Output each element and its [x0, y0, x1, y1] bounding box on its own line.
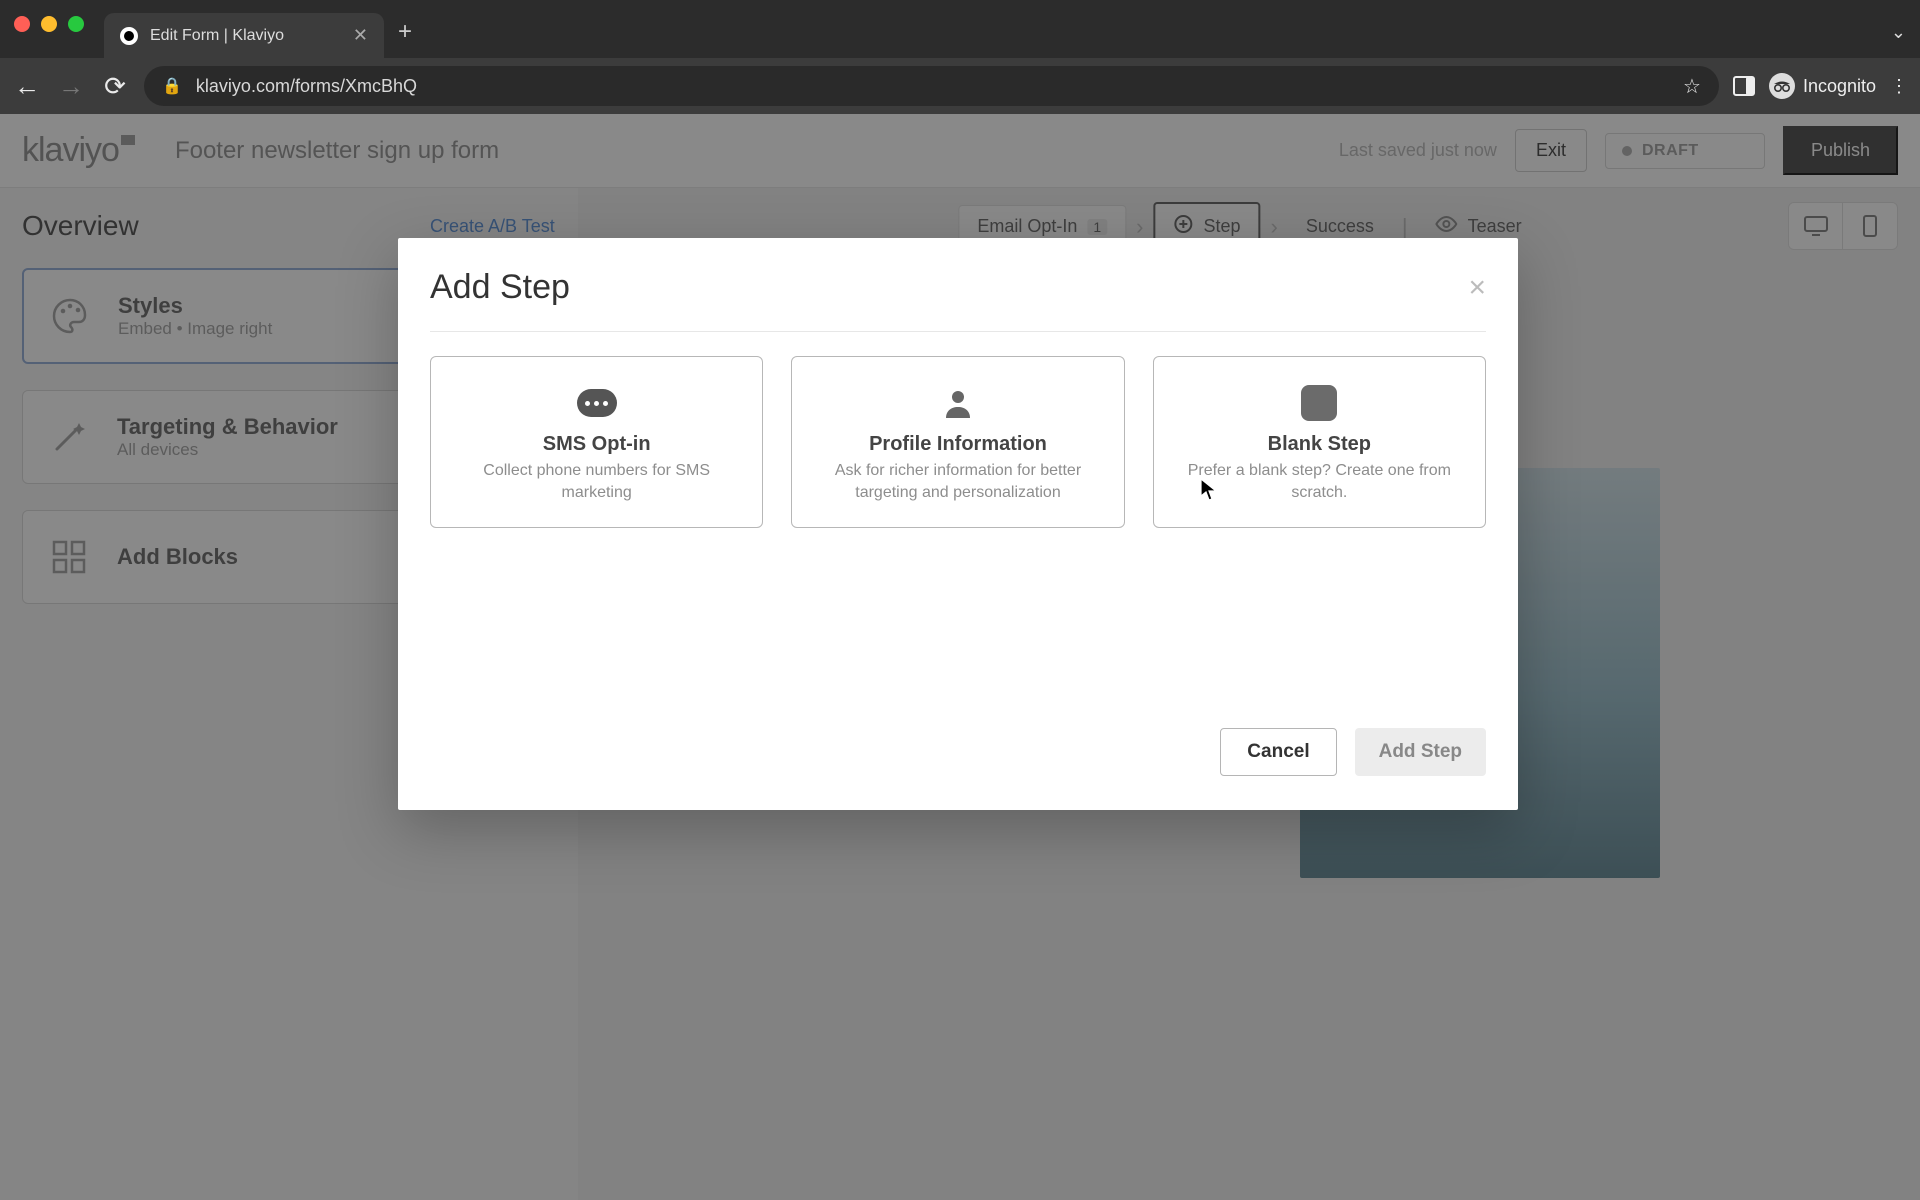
- browser-toolbar: ← → ⟳ 🔒 klaviyo.com/forms/XmcBhQ ☆ Incog…: [0, 58, 1920, 114]
- tab-title: Edit Form | Klaviyo: [150, 27, 341, 45]
- new-tab-button[interactable]: +: [398, 18, 412, 46]
- modal-footer: Cancel Add Step: [430, 728, 1486, 776]
- tab-close-icon[interactable]: ✕: [353, 25, 368, 46]
- incognito-label: Incognito: [1803, 76, 1876, 97]
- mouse-cursor-icon: [1200, 478, 1218, 502]
- address-bar[interactable]: 🔒 klaviyo.com/forms/XmcBhQ ☆: [144, 66, 1719, 106]
- tabs-overflow-icon[interactable]: ⌄: [1891, 22, 1906, 43]
- app-root: klaviyo Footer newsletter sign up form L…: [0, 114, 1920, 1200]
- window-close-dot[interactable]: [14, 16, 30, 32]
- browser-tab[interactable]: Edit Form | Klaviyo ✕: [104, 13, 384, 58]
- option-profile-info[interactable]: Profile Information Ask for richer infor…: [791, 356, 1124, 528]
- option-title: Profile Information: [869, 433, 1047, 456]
- option-title: SMS Opt-in: [543, 433, 651, 456]
- reload-button[interactable]: ⟳: [100, 71, 130, 102]
- option-desc: Ask for richer information for better ta…: [812, 460, 1103, 503]
- bookmark-star-icon[interactable]: ☆: [1683, 74, 1701, 99]
- option-desc: Collect phone numbers for SMS marketing: [451, 460, 742, 503]
- step-options: SMS Opt-in Collect phone numbers for SMS…: [430, 356, 1486, 528]
- url-text: klaviyo.com/forms/XmcBhQ: [196, 76, 417, 97]
- sms-bubble-icon: [577, 383, 617, 423]
- add-step-modal: Add Step × SMS Opt-in Collect phone numb…: [398, 238, 1518, 810]
- lock-icon: 🔒: [162, 76, 182, 96]
- nav-back-button[interactable]: ←: [12, 71, 42, 102]
- blank-square-icon: [1299, 383, 1339, 423]
- modal-header: Add Step ×: [430, 268, 1486, 332]
- side-panel-icon[interactable]: [1733, 76, 1755, 96]
- modal-close-button[interactable]: ×: [1468, 273, 1486, 303]
- tab-favicon: [120, 27, 138, 45]
- nav-forward-button[interactable]: →: [56, 71, 86, 102]
- cancel-button[interactable]: Cancel: [1220, 728, 1336, 776]
- window-maximize-dot[interactable]: [68, 16, 84, 32]
- window-minimize-dot[interactable]: [41, 16, 57, 32]
- option-sms-optin[interactable]: SMS Opt-in Collect phone numbers for SMS…: [430, 356, 763, 528]
- option-blank-step[interactable]: Blank Step Prefer a blank step? Create o…: [1153, 356, 1486, 528]
- browser-tab-bar: Edit Form | Klaviyo ✕ + ⌄: [0, 0, 1920, 58]
- add-step-button[interactable]: Add Step: [1355, 728, 1486, 776]
- incognito-icon: [1769, 73, 1795, 99]
- option-title: Blank Step: [1268, 433, 1371, 456]
- modal-title: Add Step: [430, 268, 570, 307]
- person-icon: [938, 383, 978, 423]
- window-controls: [14, 16, 84, 32]
- browser-menu-button[interactable]: ⋮: [1890, 76, 1908, 97]
- incognito-indicator[interactable]: Incognito: [1769, 73, 1876, 99]
